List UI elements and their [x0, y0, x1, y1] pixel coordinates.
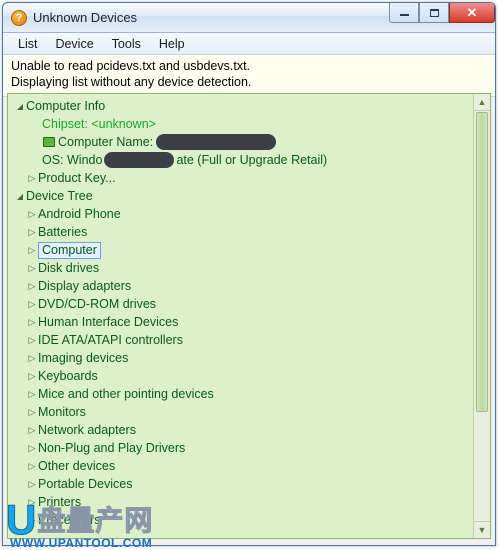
- tree-item-label: Android Phone: [38, 207, 121, 221]
- tree-panel: Computer Info Chipset: <unknown> Compute…: [7, 93, 491, 539]
- tree-item-label: Batteries: [38, 225, 87, 239]
- app-icon: ?: [11, 10, 27, 26]
- monitor-icon: [42, 135, 56, 149]
- tree-item[interactable]: Portable Devices: [8, 475, 490, 493]
- node-os[interactable]: OS: Windo ate (Full or Upgrade Retail): [8, 151, 490, 169]
- expand-icon[interactable]: [26, 245, 38, 256]
- node-product-key[interactable]: Product Key...: [8, 169, 490, 187]
- minimize-icon: [400, 14, 409, 16]
- tree-item[interactable]: Android Phone: [8, 205, 490, 223]
- expand-icon[interactable]: [26, 425, 38, 436]
- expand-icon[interactable]: [26, 335, 38, 346]
- window-controls: ✕: [389, 3, 495, 23]
- expand-icon[interactable]: [14, 101, 26, 112]
- menu-list[interactable]: List: [9, 35, 46, 53]
- menu-bar: List Device Tools Help: [3, 33, 495, 55]
- minimize-button[interactable]: [389, 3, 419, 23]
- node-device-tree[interactable]: Device Tree: [8, 187, 490, 205]
- tree-item-label: Keyboards: [38, 369, 98, 383]
- title-bar[interactable]: ? Unknown Devices ✕: [3, 3, 495, 33]
- tree-view[interactable]: Computer Info Chipset: <unknown> Compute…: [8, 94, 490, 538]
- expand-icon[interactable]: [26, 353, 38, 364]
- expand-icon[interactable]: [26, 461, 38, 472]
- tree-item[interactable]: IDE ATA/ATAPI controllers: [8, 331, 490, 349]
- tree-item[interactable]: Computer: [8, 241, 490, 259]
- watermark-url: WWW.UPANTOOL.COM: [10, 536, 152, 550]
- expand-icon[interactable]: [26, 497, 38, 508]
- tree-item-label: Human Interface Devices: [38, 315, 178, 329]
- expand-icon[interactable]: [26, 263, 38, 274]
- maximize-icon: [430, 9, 439, 17]
- warning-banner: Unable to read pcidevs.txt and usbdevs.t…: [3, 55, 495, 97]
- tree-item-label: Disk drives: [38, 261, 99, 275]
- tree-item-label: DVD/CD-ROM drives: [38, 297, 156, 311]
- tree-item-label: Non-Plug and Play Drivers: [38, 441, 185, 455]
- scroll-up-button[interactable]: ▲: [474, 94, 490, 111]
- tree-item[interactable]: Imaging devices: [8, 349, 490, 367]
- menu-tools[interactable]: Tools: [103, 35, 150, 53]
- close-icon: ✕: [467, 5, 478, 21]
- vertical-scrollbar[interactable]: ▲ ▼: [473, 94, 490, 538]
- redacted-text: [104, 152, 174, 168]
- tree-item-label: Mice and other pointing devices: [38, 387, 214, 401]
- window-title: Unknown Devices: [33, 10, 137, 25]
- expand-icon[interactable]: [26, 407, 38, 418]
- expand-icon[interactable]: [26, 515, 38, 526]
- tree-item[interactable]: Monitors: [8, 403, 490, 421]
- tree-item[interactable]: Batteries: [8, 223, 490, 241]
- tree-item[interactable]: Keyboards: [8, 367, 490, 385]
- tree-item[interactable]: Mice and other pointing devices: [8, 385, 490, 403]
- scroll-down-button[interactable]: ▼: [474, 521, 490, 538]
- expand-icon[interactable]: [26, 317, 38, 328]
- tree-item-label: Other devices: [38, 459, 115, 473]
- expand-icon[interactable]: [26, 281, 38, 292]
- expand-icon[interactable]: [26, 227, 38, 238]
- expand-icon[interactable]: [26, 209, 38, 220]
- node-computer-info[interactable]: Computer Info: [8, 97, 490, 115]
- tree-item[interactable]: Processors: [8, 511, 490, 529]
- tree-item-label: Computer: [38, 242, 101, 259]
- node-computer-name[interactable]: Computer Name:: [8, 133, 490, 151]
- warning-line-1: Unable to read pcidevs.txt and usbdevs.t…: [11, 58, 487, 74]
- expand-icon[interactable]: [26, 443, 38, 454]
- expand-icon[interactable]: [26, 299, 38, 310]
- tree-item[interactable]: Printers: [8, 493, 490, 511]
- tree-item-label: Imaging devices: [38, 351, 128, 365]
- tree-item[interactable]: Network adapters: [8, 421, 490, 439]
- maximize-button[interactable]: [419, 3, 449, 23]
- tree-item[interactable]: Other devices: [8, 457, 490, 475]
- tree-item[interactable]: Display adapters: [8, 277, 490, 295]
- expand-icon[interactable]: [26, 389, 38, 400]
- tree-item-label: Printers: [38, 495, 81, 509]
- tree-item[interactable]: Human Interface Devices: [8, 313, 490, 331]
- tree-item-label: IDE ATA/ATAPI controllers: [38, 333, 183, 347]
- expand-icon[interactable]: [26, 173, 38, 184]
- node-chipset[interactable]: Chipset: <unknown>: [8, 115, 490, 133]
- expand-icon[interactable]: [26, 371, 38, 382]
- expand-icon[interactable]: [26, 479, 38, 490]
- tree-item-label: Processors: [38, 513, 101, 527]
- menu-device[interactable]: Device: [46, 35, 102, 53]
- close-button[interactable]: ✕: [449, 3, 495, 23]
- tree-item[interactable]: Non-Plug and Play Drivers: [8, 439, 490, 457]
- menu-help[interactable]: Help: [150, 35, 194, 53]
- scroll-thumb[interactable]: [476, 112, 488, 412]
- expand-icon[interactable]: [14, 191, 26, 202]
- warning-line-2: Displaying list without any device detec…: [11, 74, 487, 90]
- tree-item-label: Display adapters: [38, 279, 131, 293]
- redacted-text: [156, 134, 276, 150]
- tree-item-label: Network adapters: [38, 423, 136, 437]
- app-window: ? Unknown Devices ✕ List Device Tools He…: [2, 2, 496, 546]
- tree-item[interactable]: Disk drives: [8, 259, 490, 277]
- tree-item[interactable]: DVD/CD-ROM drives: [8, 295, 490, 313]
- tree-item-label: Monitors: [38, 405, 86, 419]
- tree-item-label: Portable Devices: [38, 477, 133, 491]
